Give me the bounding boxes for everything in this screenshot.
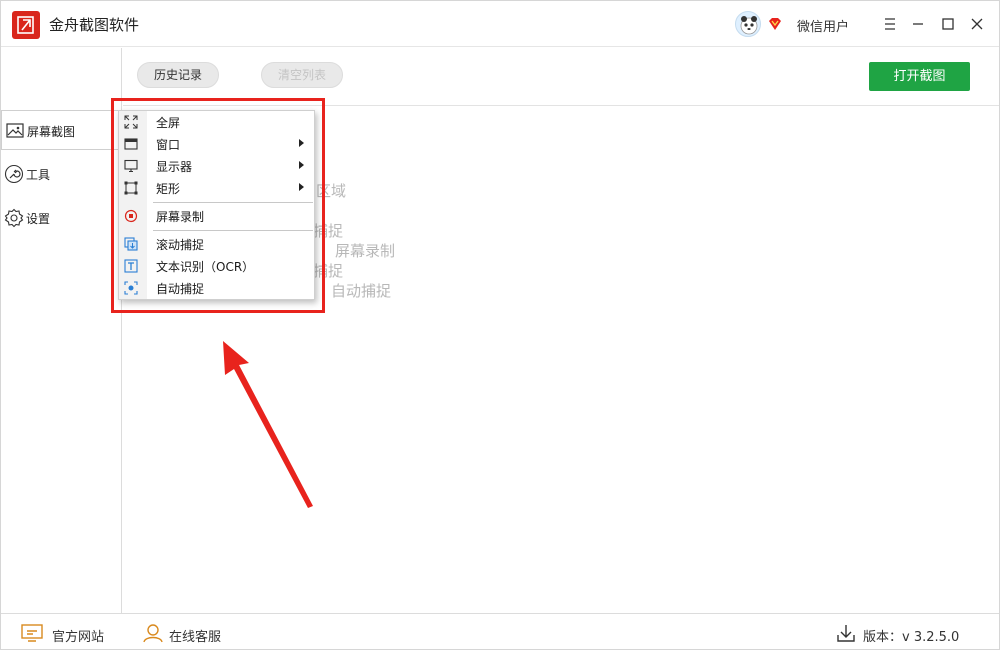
open-screenshot-button[interactable]: 打开截图 — [869, 62, 970, 91]
sidebar-item-label: 工具 — [26, 168, 51, 182]
wrench-icon — [4, 164, 24, 184]
sidebar: 屏幕截图 工具 设置 — [1, 48, 122, 613]
annotation-highlight-box — [111, 98, 325, 313]
sidebar-item-tools[interactable]: 工具 — [1, 154, 121, 194]
title-bar: 金舟截图软件 微信用户 — [1, 1, 999, 47]
history-button[interactable]: 历史记录 — [137, 62, 219, 88]
app-title: 金舟截图软件 — [49, 16, 140, 34]
sidebar-item-screenshot[interactable]: 屏幕截图 — [1, 110, 121, 150]
version-label: 版本：v 3.2.5.0 — [863, 630, 960, 645]
menu-icon[interactable] — [879, 13, 901, 35]
footer: 官方网站 在线客服 版本：v 3.2.5.0 — [1, 613, 999, 649]
clear-list-button[interactable]: 清空列表 — [261, 62, 343, 88]
sidebar-item-label: 设置 — [26, 212, 51, 226]
customer-service-icon[interactable] — [142, 623, 164, 643]
maximize-icon[interactable] — [937, 13, 959, 35]
website-monitor-icon[interactable] — [21, 623, 43, 643]
download-icon[interactable] — [835, 623, 857, 643]
vip-badge-icon[interactable] — [767, 16, 783, 32]
gear-icon — [4, 208, 24, 228]
hint-text: 屏幕录制 — [335, 242, 396, 260]
username[interactable]: 微信用户 — [797, 16, 849, 35]
app-window: 金舟截图软件 微信用户 屏幕截图 工具 设置 历史记录 清空列表 打开截图 区域… — [0, 0, 1000, 650]
official-website-link[interactable]: 官方网站 — [52, 626, 104, 645]
sidebar-item-label: 屏幕截图 — [27, 125, 76, 139]
image-icon — [6, 123, 24, 138]
close-icon[interactable] — [966, 13, 988, 35]
sidebar-item-settings[interactable]: 设置 — [1, 198, 121, 238]
minimize-icon[interactable] — [907, 13, 929, 35]
annotation-arrow-icon — [223, 341, 313, 508]
avatar[interactable] — [735, 11, 761, 37]
hint-text: 自动捕捉 — [331, 282, 392, 300]
online-support-link[interactable]: 在线客服 — [169, 626, 221, 645]
app-logo-icon — [12, 11, 40, 39]
